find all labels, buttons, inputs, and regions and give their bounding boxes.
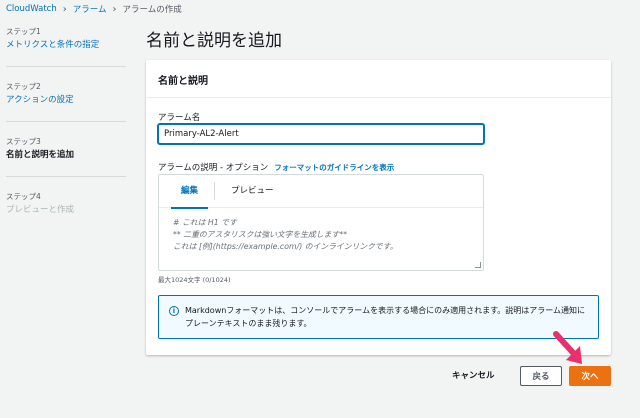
chevron-right-icon: › <box>62 3 67 15</box>
alarm-name-input[interactable] <box>158 124 484 144</box>
step-1: ステップ1 メトリクスと条件の指定 <box>6 26 128 52</box>
info-icon: i <box>169 306 179 316</box>
step-2: ステップ2 アクションの設定 <box>6 81 128 107</box>
alarm-name-label: アラーム名 <box>158 113 201 123</box>
breadcrumb-alarms[interactable]: アラーム <box>73 3 107 15</box>
step-divider <box>6 176 126 177</box>
placeholder-line: ** 二重のアスタリスクは強い文字を生成します** <box>173 230 348 239</box>
resize-handle-icon[interactable] <box>475 262 481 268</box>
character-count: 最大1024文字 (0/1024) <box>158 276 231 284</box>
step-3: ステップ3 名前と説明を追加 <box>6 136 128 162</box>
step-link-metrics[interactable]: メトリクスと条件の指定 <box>6 39 128 52</box>
description-label: アラームの説明 - オプション <box>158 163 269 173</box>
breadcrumb-current: アラームの作成 <box>122 5 182 15</box>
step-divider <box>6 66 126 67</box>
name-description-panel: 名前と説明 アラーム名 アラームの説明 - オプション フォーマットのガイドライ… <box>146 60 611 355</box>
format-guidelines-link[interactable]: フォーマットのガイドラインを表示 <box>274 162 394 173</box>
back-button[interactable]: 戻る <box>520 366 562 386</box>
tab-divider <box>214 182 216 200</box>
step-number: ステップ1 <box>6 27 41 36</box>
step-number: ステップ3 <box>6 137 41 146</box>
cancel-button[interactable]: キャンセル <box>452 369 495 381</box>
step-link-actions[interactable]: アクションの設定 <box>6 94 128 107</box>
step-preview: プレビューと作成 <box>6 205 75 215</box>
editor-tabs: 編集 プレビュー <box>159 175 483 209</box>
panel-header: 名前と説明 <box>146 60 611 98</box>
tab-preview[interactable]: プレビュー <box>221 175 284 208</box>
placeholder-line: これは [例](https://example.com/) のインラインリンクで… <box>173 242 398 251</box>
markdown-info-alert: i Markdownフォーマットは、コンソールでアラームを表示する場合にのみ適用… <box>158 295 599 339</box>
step-number: ステップ4 <box>6 192 41 201</box>
wizard-steps: ステップ1 メトリクスと条件の指定 ステップ2 アクションの設定 ステップ3 名… <box>6 26 128 231</box>
chevron-right-icon: › <box>112 3 117 15</box>
description-textarea[interactable]: # これは H1 です ** 二重のアスタリスクは強い文字を生成します** これ… <box>159 208 483 262</box>
step-current-name: 名前と説明を追加 <box>6 150 75 160</box>
placeholder-line: # これは H1 です <box>173 218 237 227</box>
description-label-row: アラームの説明 - オプション フォーマットのガイドラインを表示 <box>158 161 394 174</box>
breadcrumb: CloudWatch › アラーム › アラームの作成 <box>6 3 182 16</box>
step-divider <box>6 121 126 122</box>
step-number: ステップ2 <box>6 82 41 91</box>
pointer-arrow-icon <box>553 331 582 364</box>
info-text: Markdownフォーマットは、コンソールでアラームを表示する場合にのみ適用され… <box>185 306 586 328</box>
tab-edit[interactable]: 編集 <box>171 175 209 209</box>
next-button[interactable]: 次へ <box>569 366 611 386</box>
description-editor: 編集 プレビュー # これは H1 です ** 二重のアスタリスクは強い文字を生… <box>158 174 484 271</box>
breadcrumb-cloudwatch[interactable]: CloudWatch <box>6 4 57 14</box>
page-title: 名前と説明を追加 <box>146 31 282 51</box>
step-4: ステップ4 プレビューと作成 <box>6 191 128 217</box>
